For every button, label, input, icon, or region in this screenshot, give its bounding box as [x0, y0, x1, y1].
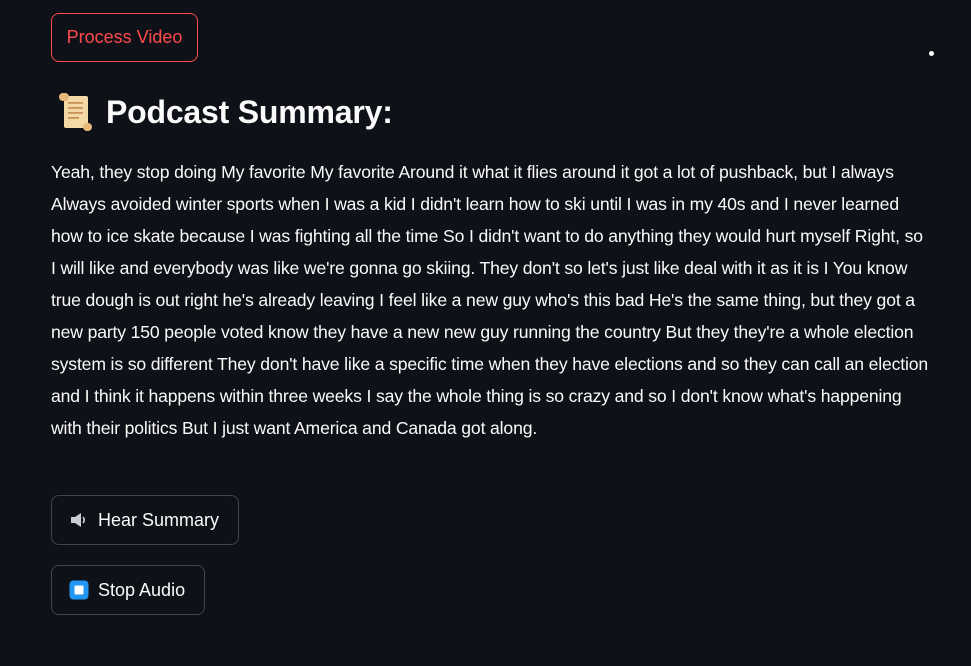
stop-icon — [69, 580, 89, 600]
process-video-button[interactable]: Process Video — [51, 13, 198, 62]
summary-heading: Podcast Summary: — [55, 92, 393, 132]
page-title: Podcast Summary: — [106, 93, 393, 130]
stop-audio-button[interactable]: Stop Audio — [51, 565, 205, 615]
scroll-icon — [59, 93, 92, 131]
app-page: Process Video Podcast Summary: Yeah, the… — [0, 0, 971, 666]
hear-summary-label: Hear Summary — [98, 509, 220, 530]
running-status-indicator — [929, 51, 934, 56]
summary-text: Yeah, they stop doing My favorite My fav… — [51, 162, 929, 438]
stop-audio-label: Stop Audio — [98, 579, 186, 600]
hear-summary-button[interactable]: Hear Summary — [51, 495, 239, 545]
speaker-icon — [71, 513, 86, 527]
process-video-label: Process Video — [66, 27, 183, 47]
